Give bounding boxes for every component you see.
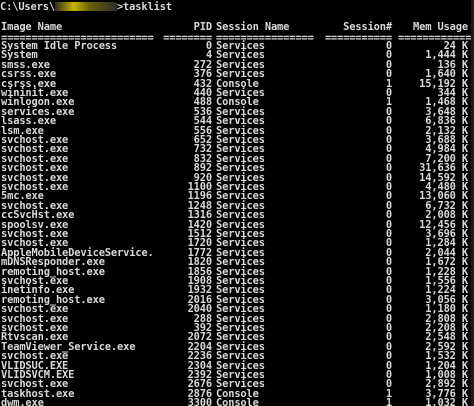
console-window[interactable]: C:\Users\ >tasklist Image Name PID Sessio… (0, 0, 474, 406)
prompt-path-start: C:\Users\ (0, 1, 55, 13)
process-image-name: dwm.exe (1, 397, 44, 406)
process-session-name: Console (216, 397, 259, 406)
process-session-number: 1 (385, 397, 392, 406)
process-pid: 3300 (187, 397, 213, 406)
redacted-username (54, 2, 117, 11)
command-prompt-line: C:\Users\ >tasklist (0, 1, 172, 13)
prompt-command: >tasklist (116, 1, 172, 13)
process-mem-usage: 1,032 K (425, 397, 468, 406)
